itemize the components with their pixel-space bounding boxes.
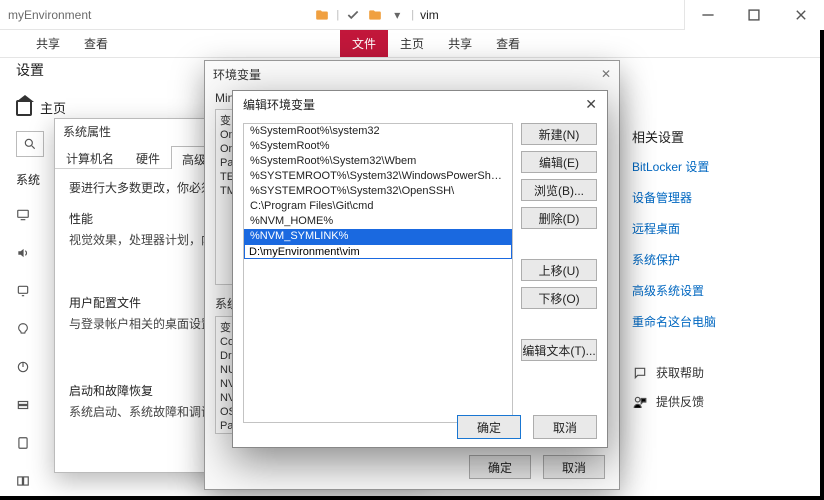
breadcrumb[interactable]: vim <box>420 8 439 22</box>
envvar-title: 环境变量 <box>213 66 261 83</box>
editenv-ok-button[interactable]: 确定 <box>457 415 521 439</box>
edit-button[interactable]: 编辑(E) <box>521 151 597 173</box>
editenv-cancel-button[interactable]: 取消 <box>533 415 597 439</box>
ribbon-left-pad <box>0 30 24 57</box>
editenv-path-list[interactable]: %SystemRoot%\system32 %SystemRoot% %Syst… <box>243 123 513 423</box>
browse-button[interactable]: 浏览(B)... <box>521 179 597 201</box>
tab-hardware[interactable]: 硬件 <box>125 145 171 168</box>
list-item[interactable]: %SystemRoot%\System32\Wbem <box>244 154 512 169</box>
list-item-selected[interactable]: %NVM_SYMLINK% <box>244 229 512 244</box>
display-icon[interactable] <box>16 208 32 224</box>
minimize-button[interactable] <box>685 0 731 30</box>
folder-icon <box>367 7 383 23</box>
edit-text-button[interactable]: 编辑文本(T)... <box>521 339 597 361</box>
focus-icon[interactable] <box>16 322 32 338</box>
folder-icon <box>314 7 330 23</box>
link-remote-desktop[interactable]: 远程桌面 <box>632 220 812 237</box>
settings-home-row[interactable]: 主页 <box>16 98 206 117</box>
separator: | <box>336 9 339 21</box>
multitask-icon[interactable] <box>16 474 32 490</box>
tablet-icon[interactable] <box>16 436 32 452</box>
link-device-manager[interactable]: 设备管理器 <box>632 189 812 206</box>
tab-computer-name[interactable]: 计算机名 <box>55 145 125 168</box>
path-edit-input[interactable] <box>244 244 512 259</box>
ribbon-tab-share-left[interactable]: 共享 <box>24 30 72 57</box>
editenv-close-icon[interactable]: ✕ <box>585 96 597 113</box>
editenv-side-buttons: 新建(N) 编辑(E) 浏览(B)... 删除(D) 上移(U) 下移(O) 编… <box>521 123 597 361</box>
new-button[interactable]: 新建(N) <box>521 123 597 145</box>
link-system-protect[interactable]: 系统保护 <box>632 251 812 268</box>
envvar-close-icon[interactable]: ✕ <box>601 67 611 81</box>
sound-icon[interactable] <box>16 246 32 262</box>
maximize-button[interactable] <box>731 0 777 30</box>
home-icon <box>16 100 32 116</box>
storage-icon[interactable] <box>16 398 32 414</box>
separator: | <box>411 9 414 21</box>
list-item[interactable]: %SystemRoot%\system32 <box>244 124 512 139</box>
envvar-cancel-button[interactable]: 取消 <box>543 455 605 479</box>
related-settings-title: 相关设置 <box>632 127 812 146</box>
edit-env-variable-dialog: 编辑环境变量 ✕ %SystemRoot%\system32 %SystemRo… <box>232 90 608 448</box>
envvar-ok-button[interactable]: 确定 <box>469 455 531 479</box>
explorer-caption: myEnvironment <box>0 8 99 22</box>
notification-icon[interactable] <box>16 284 32 300</box>
explorer-quick-access: | ▾ | vim <box>314 7 438 23</box>
close-button[interactable] <box>778 0 824 30</box>
feedback-icon <box>632 394 648 410</box>
ribbon-tab-view[interactable]: 查看 <box>484 30 532 57</box>
ribbon-left-group: 共享 查看 <box>0 30 120 57</box>
link-advanced-system[interactable]: 高级系统设置 <box>632 282 812 299</box>
move-down-button[interactable]: 下移(O) <box>521 287 597 309</box>
feedback-label: 提供反馈 <box>656 393 704 410</box>
get-help-row[interactable]: 获取帮助 <box>632 364 812 381</box>
chat-icon <box>632 365 648 381</box>
settings-title: 设置 <box>16 60 206 80</box>
settings-related-column: 相关设置 BitLocker 设置 设备管理器 远程桌面 系统保护 高级系统设置… <box>632 95 812 422</box>
editenv-title: 编辑环境变量 <box>243 96 315 113</box>
delete-button[interactable]: 删除(D) <box>521 207 597 229</box>
ribbon-tab-file[interactable]: 文件 <box>340 30 388 57</box>
move-up-button[interactable]: 上移(U) <box>521 259 597 281</box>
window-controls <box>684 0 824 30</box>
list-item[interactable]: %SYSTEMROOT%\System32\OpenSSH\ <box>244 184 512 199</box>
ribbon-tab-home[interactable]: 主页 <box>388 30 436 57</box>
ribbon-tab-share[interactable]: 共享 <box>436 30 484 57</box>
feedback-row[interactable]: 提供反馈 <box>632 393 812 410</box>
get-help-label: 获取帮助 <box>656 364 704 381</box>
dropdown-icon[interactable]: ▾ <box>389 7 405 23</box>
explorer-ribbon: 共享 查看 文件 主页 共享 查看 <box>0 30 820 58</box>
check-icon[interactable] <box>345 7 361 23</box>
list-item-editing[interactable] <box>244 244 512 259</box>
settings-search-stub[interactable] <box>16 131 44 157</box>
ribbon-tab-view-left[interactable]: 查看 <box>72 30 120 57</box>
list-item[interactable]: %SystemRoot% <box>244 139 512 154</box>
link-bitlocker[interactable]: BitLocker 设置 <box>632 158 812 175</box>
power-icon[interactable] <box>16 360 32 376</box>
link-rename-pc[interactable]: 重命名这台电脑 <box>632 313 812 330</box>
list-item[interactable]: %NVM_HOME% <box>244 214 512 229</box>
settings-home-label: 主页 <box>40 98 66 117</box>
list-item[interactable]: %SYSTEMROOT%\System32\WindowsPowerShell\… <box>244 169 512 184</box>
ribbon-right-group: 文件 主页 共享 查看 <box>340 30 532 57</box>
list-item[interactable]: C:\Program Files\Git\cmd <box>244 199 512 214</box>
